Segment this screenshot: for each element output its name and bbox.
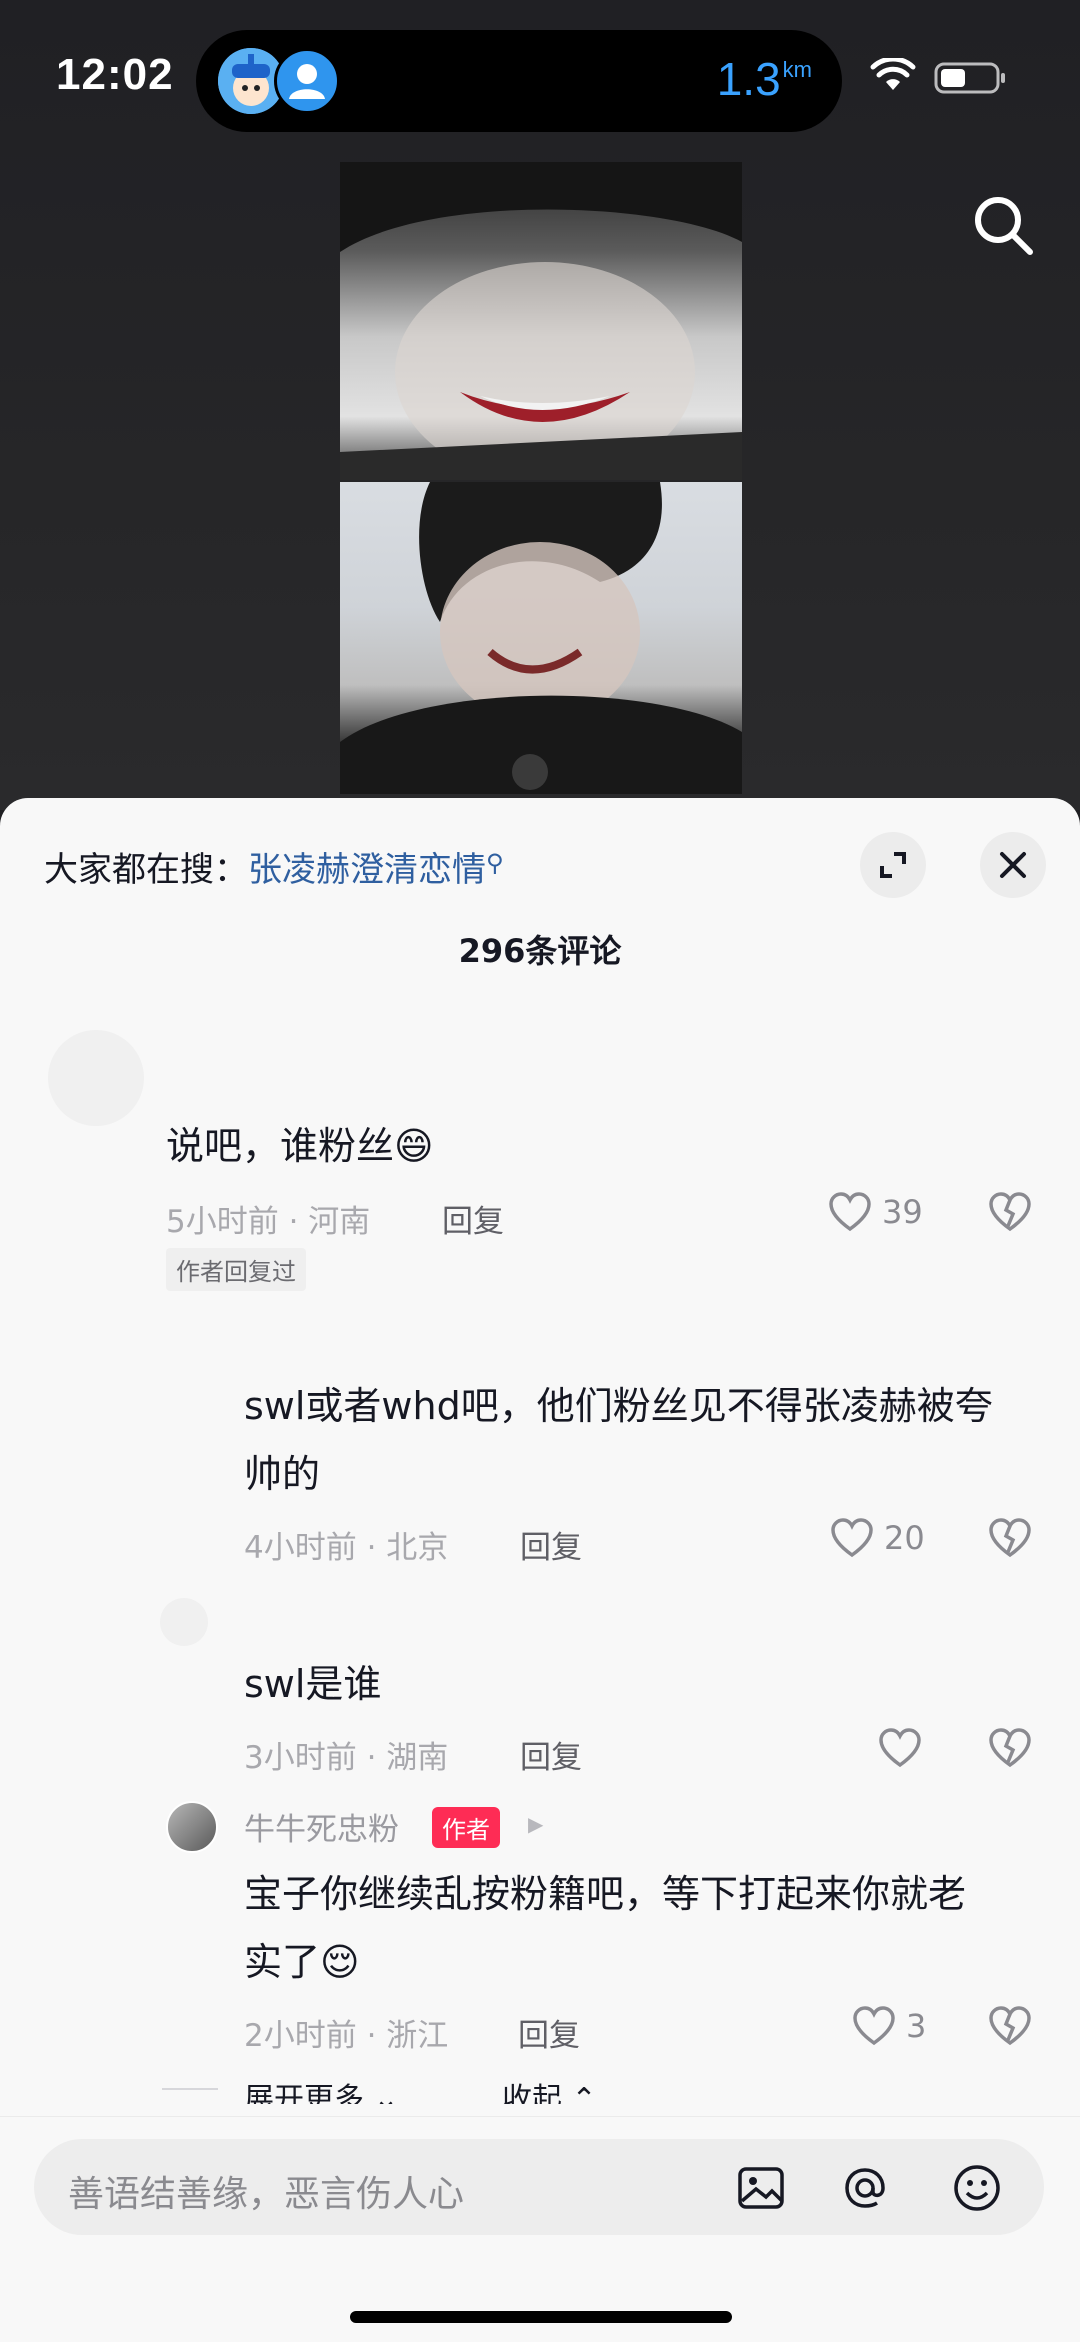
comment-time: 4小时前 [244, 1530, 357, 1566]
chevron-down-icon: ⌄ [373, 2082, 399, 2104]
comment-time: 3小时前 [244, 1740, 357, 1776]
comment-panel: 大家都在搜：张凌赫澄清恋情⚲ 296条评论 说吧，谁粉丝😄 5小时前 · 河南 … [0, 798, 1080, 2342]
comment-text-line: 帅的 [244, 1452, 321, 1496]
distance-value: 1.3 [716, 53, 781, 105]
comment-location: 河南 [308, 1204, 371, 1240]
reply-button[interactable]: 回复 [520, 1732, 582, 1777]
wifi-icon [870, 58, 916, 90]
reply-button[interactable]: 回复 [518, 2010, 580, 2055]
comment-meta: 3小时前 · 湖南 [244, 1740, 449, 1776]
like-count: 3 [906, 2007, 927, 2045]
comment-time: 2小时前 [244, 2018, 357, 2054]
expand-more-button[interactable]: 展开更多 ⌄ [244, 2074, 399, 2104]
collapse-label: 收起 [502, 2082, 562, 2104]
reply-button[interactable]: 回复 [520, 1522, 582, 1567]
comment-text-line: 宝子你继续乱按粉籍吧，等下打起来你就老 [244, 1872, 967, 1916]
heart-icon [853, 2006, 895, 2046]
status-bar: 12:02 1.3km [0, 0, 1080, 160]
dislike-icon[interactable] [988, 1192, 1032, 1232]
like-button[interactable]: 39 [828, 1192, 923, 1232]
comment-text: 说吧，谁粉丝😄 [166, 1124, 434, 1168]
comment-location: 北京 [386, 1530, 449, 1566]
video-area[interactable]: 12:02 1.3km [0, 0, 1080, 810]
expand-icon [880, 852, 906, 878]
dislike-icon[interactable] [988, 1728, 1032, 1768]
comment-input[interactable]: 善语结善缘，恶言伤人心 [34, 2139, 1044, 2235]
comment-location: 浙江 [386, 2018, 449, 2054]
expand-more-label: 展开更多 [244, 2082, 364, 2104]
thread-controls: 展开更多 ⌄ 收起 ⌃ [162, 2074, 662, 2104]
avatar[interactable] [160, 1598, 208, 1646]
chevron-up-icon: ⌃ [571, 2082, 597, 2104]
video-frame-top [340, 162, 742, 482]
emoji-icon[interactable] [952, 2163, 1002, 2213]
like-count: 20 [884, 1519, 925, 1557]
mention-icon[interactable] [840, 2163, 890, 2213]
comment-count: 296条评论 [458, 932, 622, 970]
dislike-icon[interactable] [988, 2006, 1032, 2046]
reply-username[interactable]: 牛牛死忠粉 [244, 1804, 399, 1849]
dislike-icon[interactable] [988, 1518, 1032, 1558]
video-player[interactable] [340, 162, 742, 794]
home-indicator[interactable] [350, 2311, 732, 2323]
heart-icon [831, 1518, 873, 1558]
status-time: 12:02 [56, 50, 174, 99]
comment-text: swl是谁 [244, 1662, 382, 1706]
comment-meta: 4小时前 · 北京 [244, 1530, 449, 1566]
search-suggestion-prefix: 大家都在搜： [44, 850, 248, 890]
comment-meta: 5小时前 · 河南 [166, 1204, 371, 1240]
expand-panel-button[interactable] [860, 832, 926, 898]
search-suggestion[interactable]: 大家都在搜：张凌赫澄清恋情⚲ [44, 842, 504, 891]
comment-location: 湖南 [386, 1740, 449, 1776]
collapse-button[interactable]: 收起 ⌃ [502, 2074, 597, 2104]
search-suggestion-term[interactable]: 张凌赫澄清恋情 [248, 850, 486, 890]
comment-input-bar: 善语结善缘，恶言伤人心 [0, 2116, 1080, 2342]
heart-icon[interactable] [878, 1728, 922, 1768]
comment-text: 宝子你继续乱按粉籍吧，等下打起来你就老 实了😌 [244, 1860, 966, 1996]
like-button[interactable]: 3 [852, 2006, 926, 2046]
avatar[interactable] [48, 1030, 144, 1126]
dynamic-island[interactable]: 1.3km [196, 30, 842, 132]
image-icon[interactable] [736, 2163, 786, 2213]
distance-unit: km [782, 57, 812, 82]
author-badge: 作者 [432, 1807, 500, 1848]
play-arrow-icon: ▶ [528, 1812, 544, 1836]
battery-icon [934, 62, 1005, 94]
comment-text-line: 实了😌 [244, 1940, 360, 1984]
comment-meta: 2小时前 · 浙江 [244, 2018, 449, 2054]
search-icon[interactable] [968, 190, 1038, 260]
comment-text: swl或者whd吧，他们粉丝见不得张凌赫被夸 帅的 [244, 1372, 993, 1508]
user-icon [274, 48, 340, 114]
avatar[interactable] [166, 1801, 218, 1853]
close-panel-button[interactable] [980, 832, 1046, 898]
video-frame-bottom [340, 482, 742, 794]
small-search-icon: ⚲ [486, 849, 504, 877]
like-count: 39 [882, 1193, 923, 1231]
close-icon [1000, 852, 1026, 878]
like-button[interactable]: 20 [830, 1518, 925, 1558]
heart-icon [829, 1192, 871, 1232]
reply-button[interactable]: 回复 [442, 1196, 504, 1241]
thread-divider [162, 2088, 218, 2090]
comment-text-line: swl或者whd吧，他们粉丝见不得张凌赫被夸 [244, 1384, 993, 1428]
comment-time: 5小时前 [166, 1204, 279, 1240]
author-replied-tag: 作者回复过 [166, 1248, 306, 1291]
comment-input-placeholder: 善语结善缘，恶言伤人心 [68, 2174, 465, 2215]
distance-readout: 1.3km [717, 52, 812, 106]
